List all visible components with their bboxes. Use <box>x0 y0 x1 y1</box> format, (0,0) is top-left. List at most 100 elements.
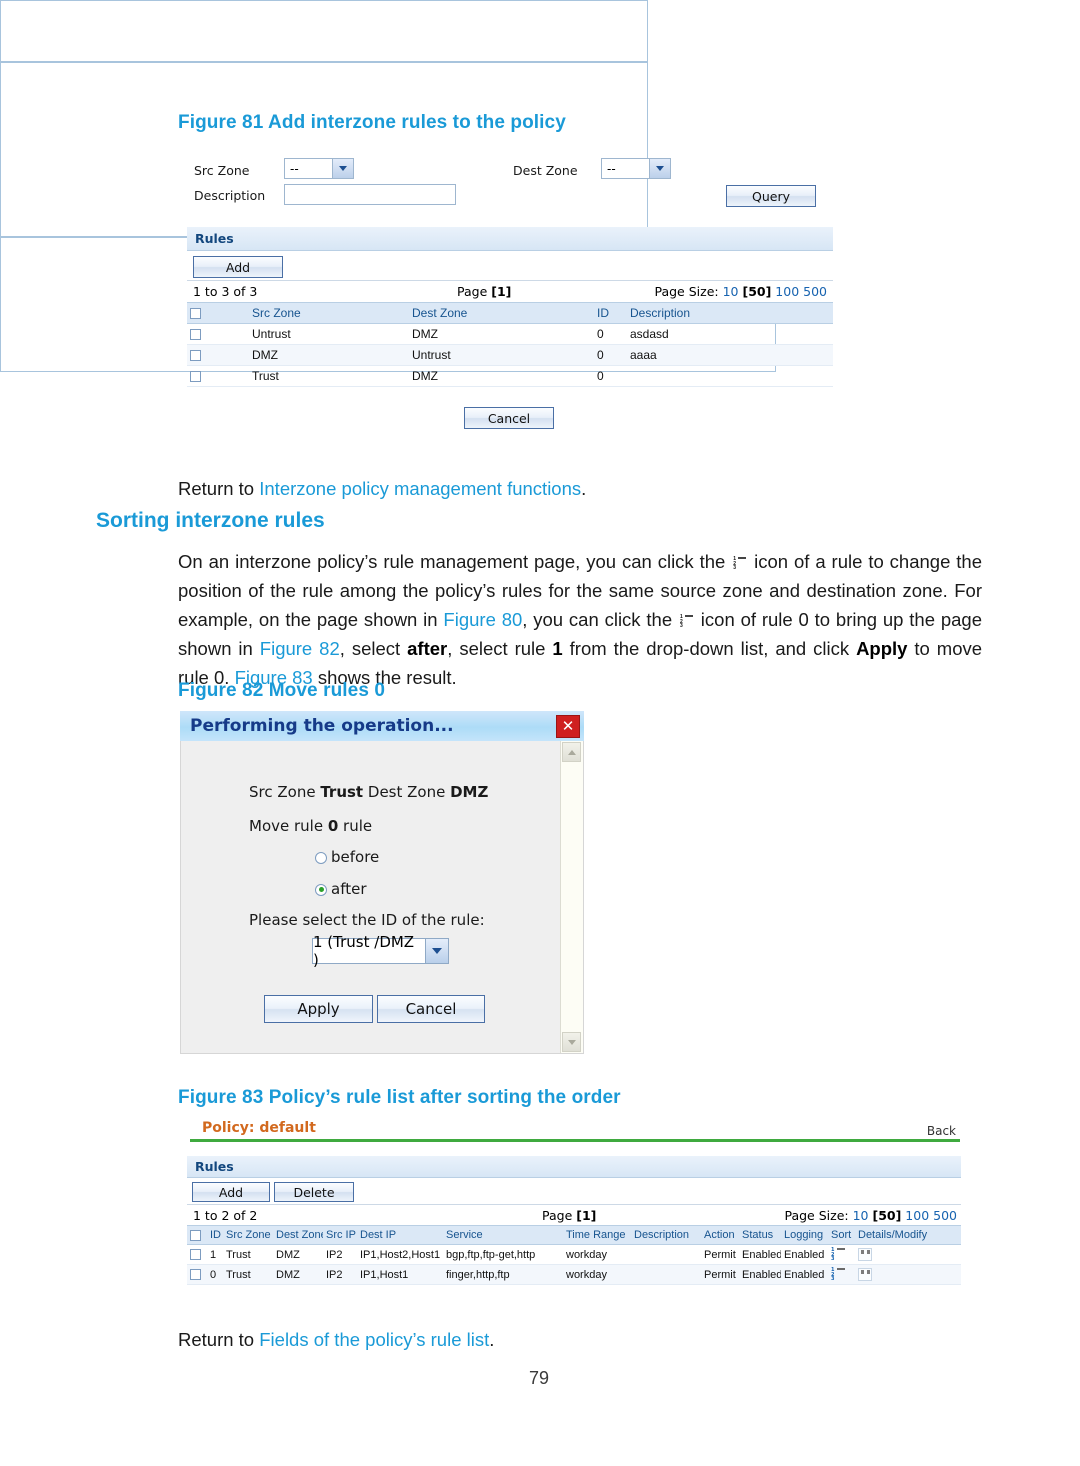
add-button[interactable]: Add <box>193 256 283 278</box>
move-suffix: rule <box>338 817 373 835</box>
col-id: ID <box>594 303 627 324</box>
query-button[interactable]: Query <box>726 185 816 207</box>
sort-icon[interactable]: 123 <box>831 1248 845 1262</box>
cell-id: 1 <box>207 1244 223 1265</box>
cell-action: Permit <box>701 1264 739 1285</box>
col-description: Description <box>627 303 833 324</box>
rule-id-select[interactable]: 1 (Trust /DMZ ) <box>312 933 449 969</box>
cell-src-zone: Trust <box>223 1264 273 1285</box>
cell-service: bgp,ftp,ftp-get,http <box>443 1244 563 1265</box>
sort-icon: 123 <box>680 615 693 629</box>
radio-after[interactable] <box>315 883 327 896</box>
chevron-down-icon <box>649 159 670 178</box>
policy-label: Policy: default <box>202 1120 316 1136</box>
col-time-range: Time Range <box>563 1226 631 1245</box>
cell-details-modify <box>855 1264 961 1285</box>
description-label: Description <box>194 188 266 203</box>
return-link-line-2: Return to Fields of the policy’s rule li… <box>178 1325 978 1354</box>
table-row[interactable]: 0 Trust DMZ IP2 IP1,Host1 finger,http,ft… <box>187 1264 961 1285</box>
cancel-button[interactable]: Cancel <box>464 407 554 429</box>
rules-pager: 1 to 3 of 3 Page [1] Page Size: 10 [50] … <box>187 281 833 303</box>
add-button-2[interactable]: Add <box>192 1182 270 1202</box>
row-checkbox[interactable] <box>190 329 201 341</box>
dest-zone-select-value: -- <box>607 161 616 176</box>
page-size-500-b[interactable]: 500 <box>933 1208 957 1223</box>
section-paragraph: On an interzone policy’s rule management… <box>178 547 982 692</box>
move-prefix: Move rule <box>249 817 328 835</box>
page-size-50[interactable]: [50] <box>742 284 771 299</box>
para-part-5: , select <box>339 638 408 659</box>
page-size-label: Page Size: <box>654 284 719 299</box>
delete-button[interactable]: Delete <box>274 1182 354 1202</box>
para-apply-bold: Apply <box>856 638 908 659</box>
scroll-up-icon[interactable] <box>562 742 581 762</box>
page-size-50-b[interactable]: [50] <box>872 1208 901 1223</box>
rules-pager-2: 1 to 2 of 2 Page [1] Page Size: 10 [50] … <box>187 1205 961 1226</box>
dialog-src-zone-label: Src Zone <box>249 783 316 801</box>
src-zone-select[interactable]: -- <box>284 158 354 179</box>
figure-82-caption: Figure 82 Move rules 0 <box>178 680 386 701</box>
para-part-1: On an interzone policy’s rule management… <box>178 551 732 572</box>
apply-button[interactable]: Apply <box>264 995 373 1023</box>
row-checkbox-cell <box>187 1244 207 1265</box>
dest-zone-select[interactable]: -- <box>601 158 671 179</box>
table-header-row-2: ID Src Zone Dest Zone Src IP Dest IP Ser… <box>187 1226 961 1245</box>
figure-82-link[interactable]: Figure 82 <box>260 638 340 659</box>
table-row[interactable]: Trust DMZ 0 <box>187 365 833 387</box>
radio-after-row[interactable]: after <box>315 880 367 898</box>
select-all-checkbox-2[interactable] <box>190 1229 201 1241</box>
col-details-modify: Details/Modify <box>855 1226 961 1245</box>
para-part-6: , select rule <box>447 638 553 659</box>
return-link-line-1: Return to Interzone policy management fu… <box>178 474 978 503</box>
close-icon[interactable]: ✕ <box>556 715 580 738</box>
page-size-10[interactable]: 10 <box>723 284 739 299</box>
details-modify-icon[interactable] <box>858 1268 872 1281</box>
col-src-zone-2: Src Zone <box>223 1226 273 1245</box>
table-row[interactable]: DMZ Untrust 0 aaaa <box>187 344 833 366</box>
cell-logging: Enabled <box>781 1244 828 1265</box>
policy-value: default <box>259 1120 316 1136</box>
pager-page-current: [1] <box>491 284 512 299</box>
col-description-2: Description <box>631 1226 701 1245</box>
col-status: Status <box>739 1226 781 1245</box>
dialog-title-bar: Performing the operation... <box>180 711 584 741</box>
interzone-policy-management-link[interactable]: Interzone policy management functions <box>259 478 581 499</box>
page-size-100-b[interactable]: 100 <box>905 1208 929 1223</box>
row-checkbox[interactable] <box>190 371 201 383</box>
select-all-header <box>187 303 249 324</box>
cell-service: finger,http,ftp <box>443 1264 563 1285</box>
cell-sort: 123 <box>828 1264 855 1285</box>
col-dest-zone-2: Dest Zone <box>273 1226 323 1245</box>
radio-before-row[interactable]: before <box>315 848 379 866</box>
para-after-bold: after <box>407 638 448 659</box>
scroll-down-icon[interactable] <box>562 1032 581 1052</box>
cell-time-range: workday <box>563 1264 631 1285</box>
page-size-500[interactable]: 500 <box>803 284 827 299</box>
pager-page-label: Page <box>457 284 488 299</box>
back-link[interactable]: Back <box>927 1124 956 1138</box>
row-checkbox[interactable] <box>190 350 201 362</box>
page-size-10-b[interactable]: 10 <box>853 1208 869 1223</box>
row-checkbox[interactable] <box>190 1249 201 1261</box>
dialog-scrollbar[interactable] <box>560 741 583 1053</box>
rules-panel-title: Rules <box>187 227 833 251</box>
sort-icon[interactable]: 123 <box>831 1268 845 1282</box>
description-input[interactable] <box>284 184 456 205</box>
row-checkbox[interactable] <box>190 1269 201 1281</box>
dialog-cancel-button[interactable]: Cancel <box>377 995 485 1023</box>
radio-after-label: after <box>331 880 367 898</box>
details-modify-icon[interactable] <box>858 1248 872 1261</box>
dialog-src-zone-value: Trust <box>320 783 364 801</box>
select-all-header-2 <box>187 1226 207 1245</box>
dialog-title-text: Performing the operation... <box>190 716 454 736</box>
figure-80-link[interactable]: Figure 80 <box>443 609 522 630</box>
para-part-7: from the drop-down list, and click <box>562 638 857 659</box>
page-size-100[interactable]: 100 <box>775 284 799 299</box>
page-size-label-2: Page Size: <box>784 1208 849 1223</box>
select-prompt-label: Please select the ID of the rule: <box>249 911 485 929</box>
select-all-checkbox[interactable] <box>190 308 201 320</box>
fields-of-policy-rule-list-link[interactable]: Fields of the policy’s rule list <box>259 1329 489 1350</box>
table-row[interactable]: 1 Trust DMZ IP2 IP1,Host2,Host1 bgp,ftp,… <box>187 1244 961 1265</box>
table-row[interactable]: Untrust DMZ 0 asdasd <box>187 323 833 345</box>
radio-before[interactable] <box>315 851 327 864</box>
